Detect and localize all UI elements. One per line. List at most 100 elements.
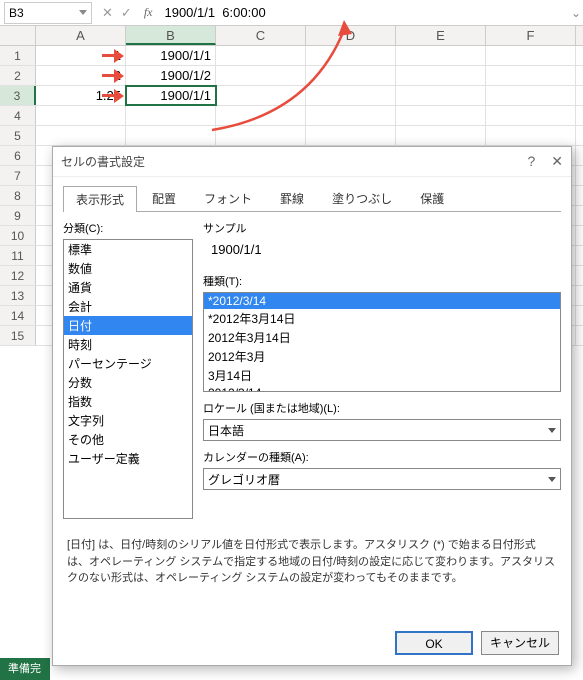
row-hdr[interactable]: 11 (0, 246, 36, 265)
category-item[interactable]: 標準 (64, 240, 192, 259)
type-label: 種類(T): (203, 273, 561, 289)
cell[interactable] (306, 126, 396, 145)
tab-3[interactable]: 罫線 (267, 185, 317, 211)
category-item[interactable]: 通貨 (64, 278, 192, 297)
row-hdr[interactable]: 3 (0, 86, 36, 105)
row-hdr[interactable]: 7 (0, 166, 36, 185)
cell[interactable]: 1900/1/1 (126, 46, 216, 65)
help-icon[interactable]: ? (527, 153, 535, 170)
cell[interactable] (306, 106, 396, 125)
type-item[interactable]: 2012年3月14日 (204, 328, 560, 347)
dialog-title: セルの書式設定 (61, 153, 145, 170)
type-item[interactable]: 2012年3月 (204, 347, 560, 366)
category-item[interactable]: 会計 (64, 297, 192, 316)
type-item[interactable]: *2012/3/14 (204, 293, 560, 309)
category-item[interactable]: 分数 (64, 373, 192, 392)
cell[interactable] (486, 66, 576, 85)
calendar-label: カレンダーの種類(A): (203, 449, 561, 465)
cell[interactable] (486, 46, 576, 65)
category-item[interactable]: その他 (64, 430, 192, 449)
row-hdr[interactable]: 12 (0, 266, 36, 285)
cell[interactable] (396, 86, 486, 105)
cell[interactable] (216, 106, 306, 125)
row-hdr[interactable]: 14 (0, 306, 36, 325)
row-hdr[interactable]: 6 (0, 146, 36, 165)
row-hdr[interactable]: 9 (0, 206, 36, 225)
cell[interactable] (126, 106, 216, 125)
category-item[interactable]: 指数 (64, 392, 192, 411)
formula-bar-row: B3 ✕ ✓ fx ⌄ (0, 0, 583, 26)
cell[interactable] (216, 86, 306, 105)
tab-4[interactable]: 塗りつぶし (319, 185, 405, 211)
row-hdr[interactable]: 8 (0, 186, 36, 205)
cell[interactable] (486, 86, 576, 105)
row-hdr[interactable]: 5 (0, 126, 36, 145)
cell[interactable] (486, 126, 576, 145)
ok-button[interactable]: OK (395, 631, 473, 655)
cell[interactable] (216, 66, 306, 85)
grid-row: 4 (0, 106, 583, 126)
annotation-arrow-icon (102, 48, 126, 64)
tab-0[interactable]: 表示形式 (63, 186, 137, 212)
row-hdr[interactable]: 1 (0, 46, 36, 65)
cell[interactable] (306, 66, 396, 85)
tab-2[interactable]: フォント (191, 185, 265, 211)
tab-5[interactable]: 保護 (407, 185, 457, 211)
name-box[interactable]: B3 (4, 2, 92, 24)
col-hdr-B[interactable]: B (126, 26, 216, 45)
category-item[interactable]: パーセンテージ (64, 354, 192, 373)
cell[interactable] (36, 126, 126, 145)
cell[interactable]: 1900/1/2 (126, 66, 216, 85)
cell[interactable] (216, 46, 306, 65)
close-icon[interactable]: ✕ (551, 153, 563, 170)
sample-label: サンプル (203, 220, 561, 236)
row-hdr[interactable]: 15 (0, 326, 36, 345)
cell[interactable] (126, 126, 216, 145)
type-item[interactable]: 2012/3/14 (204, 385, 560, 392)
row-hdr[interactable]: 2 (0, 66, 36, 85)
formula-input[interactable] (158, 2, 569, 24)
category-item[interactable]: 文字列 (64, 411, 192, 430)
col-hdr-A[interactable]: A (36, 26, 126, 45)
chevron-down-icon[interactable] (79, 10, 87, 15)
cell[interactable]: 1900/1/1 (126, 86, 216, 105)
cell[interactable] (306, 46, 396, 65)
cell[interactable] (36, 106, 126, 125)
col-hdr-C[interactable]: C (216, 26, 306, 45)
calendar-select[interactable]: グレゴリオ暦 (203, 468, 561, 490)
formula-expand-icon[interactable]: ⌄ (569, 6, 583, 20)
formula-buttons: ✕ ✓ (96, 5, 138, 21)
tab-1[interactable]: 配置 (139, 185, 189, 211)
annotation-arrow-icon (102, 68, 126, 84)
row-hdr[interactable]: 10 (0, 226, 36, 245)
accept-icon[interactable]: ✓ (121, 5, 132, 21)
locale-label: ロケール (国または地域)(L): (203, 400, 561, 416)
col-hdr-F[interactable]: F (486, 26, 576, 45)
category-item[interactable]: 数値 (64, 259, 192, 278)
cancel-icon[interactable]: ✕ (102, 5, 113, 21)
cell[interactable] (396, 126, 486, 145)
cell[interactable] (396, 66, 486, 85)
category-item[interactable]: ユーザー定義 (64, 449, 192, 468)
type-item[interactable]: 3月14日 (204, 366, 560, 385)
category-item[interactable]: 日付 (64, 316, 192, 335)
locale-select[interactable]: 日本語 (203, 419, 561, 441)
chevron-down-icon (548, 477, 556, 482)
cell[interactable] (486, 106, 576, 125)
type-list[interactable]: *2012/3/14*2012年3月14日2012年3月14日2012年3月3月… (203, 292, 561, 392)
category-item[interactable]: 時刻 (64, 335, 192, 354)
cell[interactable] (306, 86, 396, 105)
select-all-corner[interactable] (0, 26, 36, 45)
name-box-value: B3 (9, 6, 24, 20)
col-hdr-E[interactable]: E (396, 26, 486, 45)
cell[interactable] (396, 46, 486, 65)
col-hdr-D[interactable]: D (306, 26, 396, 45)
category-list[interactable]: 標準数値通貨会計日付時刻パーセンテージ分数指数文字列その他ユーザー定義 (63, 239, 193, 519)
fx-icon[interactable]: fx (138, 5, 159, 20)
cell[interactable] (216, 126, 306, 145)
cell[interactable] (396, 106, 486, 125)
cancel-button[interactable]: キャンセル (481, 631, 559, 655)
type-item[interactable]: *2012年3月14日 (204, 309, 560, 328)
row-hdr[interactable]: 13 (0, 286, 36, 305)
row-hdr[interactable]: 4 (0, 106, 36, 125)
